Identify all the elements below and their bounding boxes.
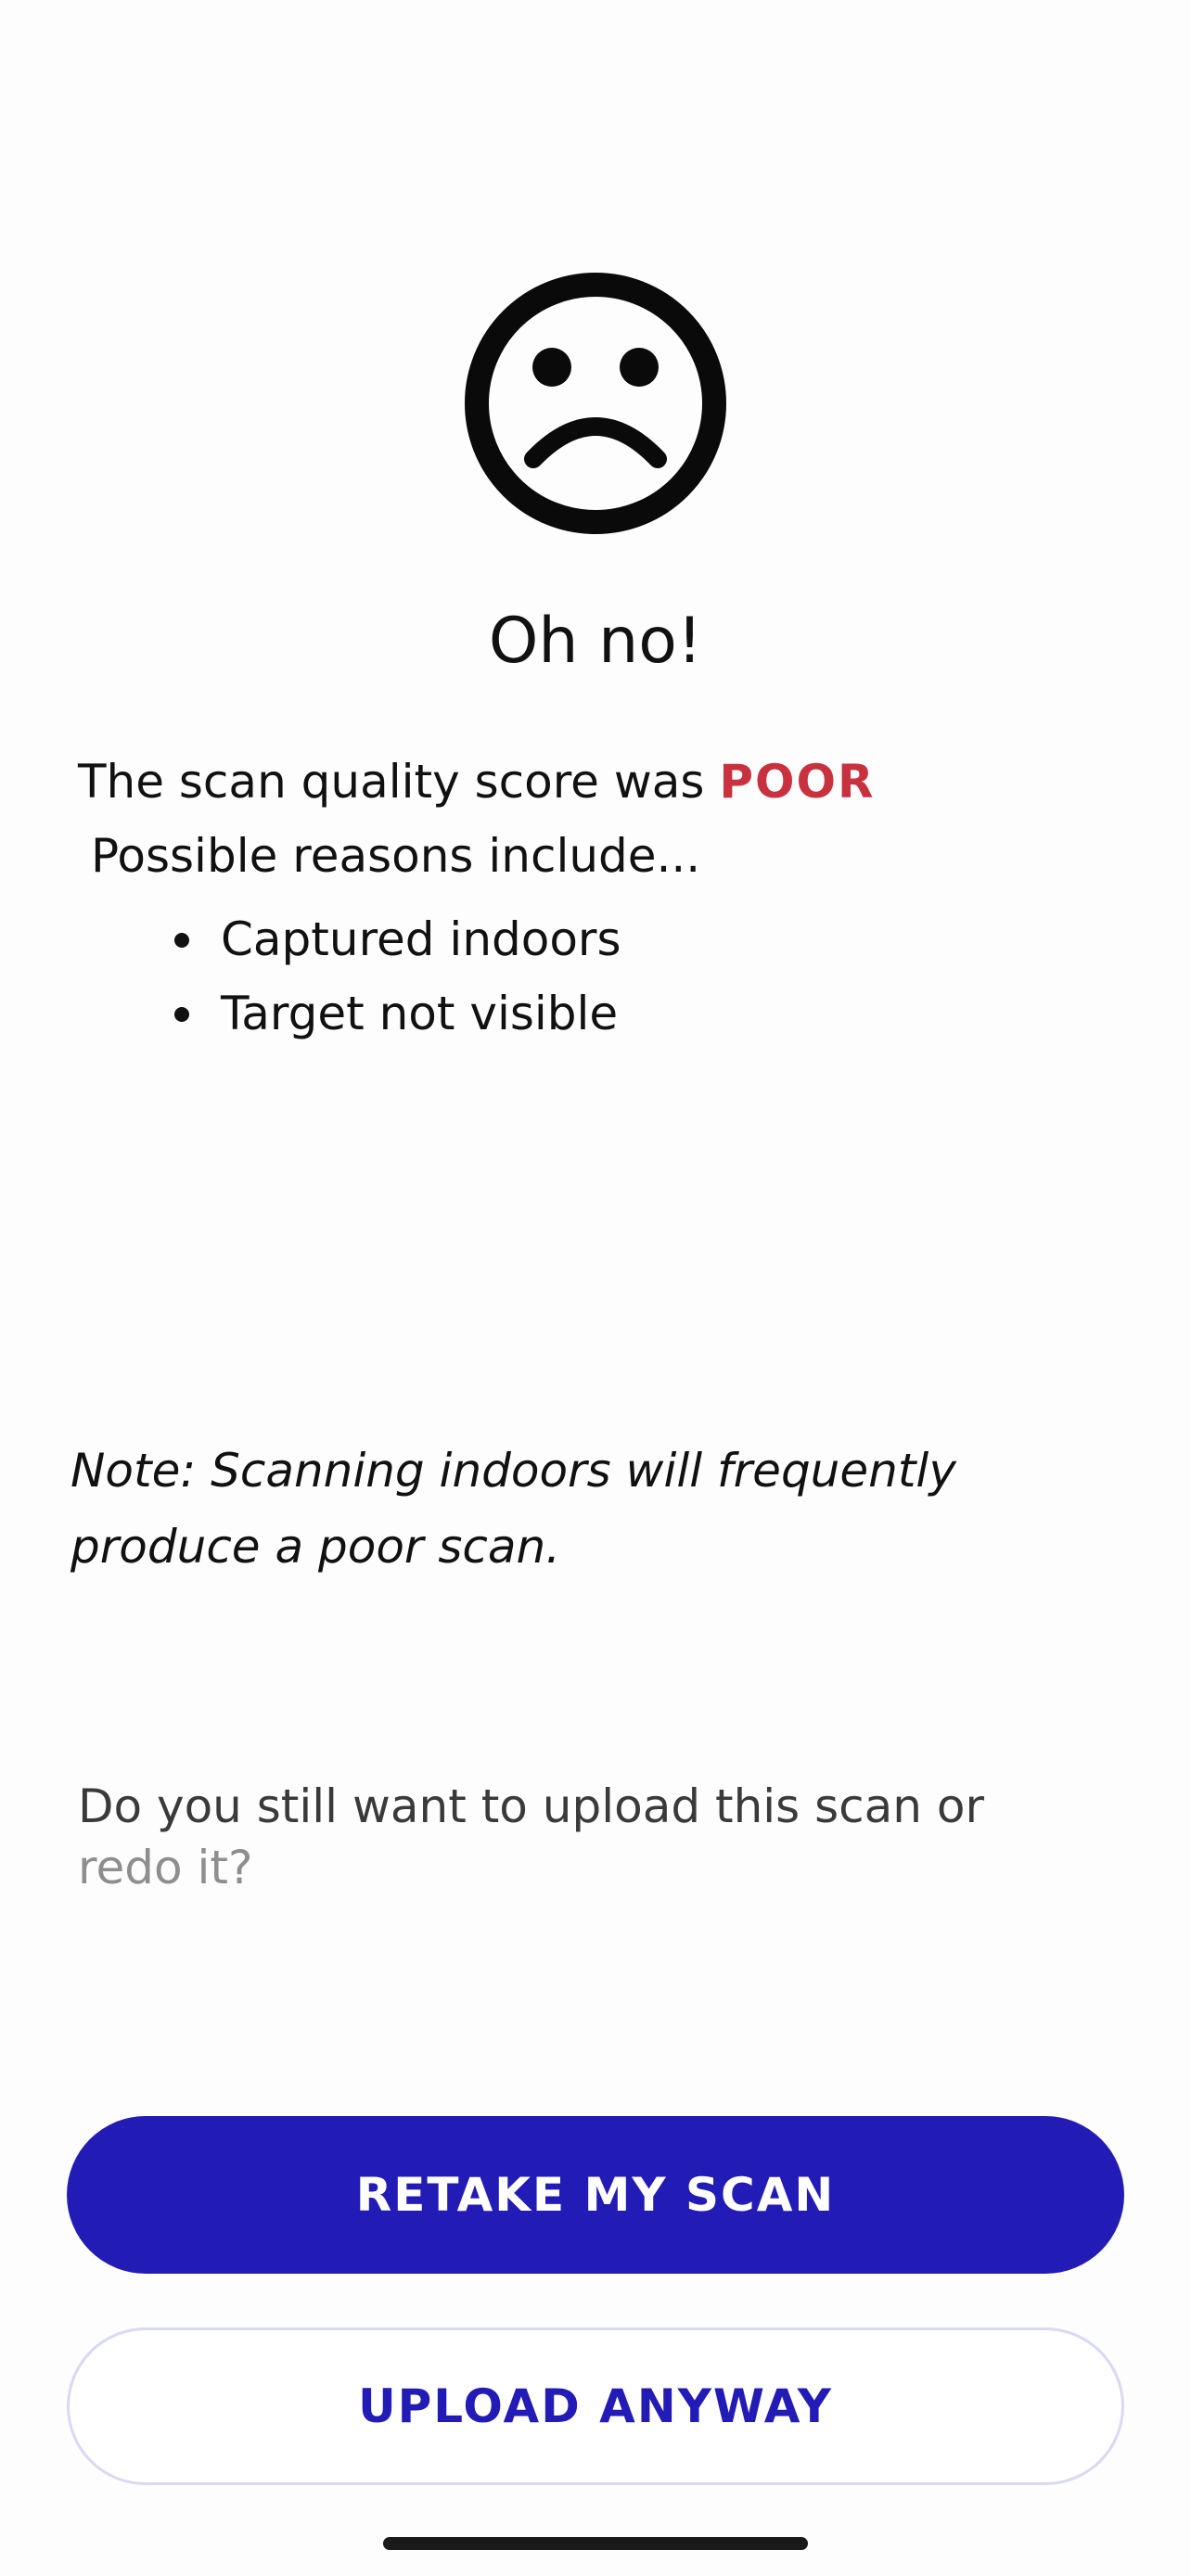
bullet-icon — [174, 1007, 189, 1022]
question-line-2: redo it? — [78, 1841, 253, 1894]
sad-face-icon — [465, 273, 726, 534]
note-text: Note: Scanning indoors will frequently p… — [70, 1433, 1091, 1585]
reason-label: Target not visible — [221, 987, 619, 1040]
score-value-badge: POOR — [719, 755, 876, 809]
upload-anyway-button[interactable]: UPLOAD ANYWAY — [67, 2327, 1124, 2485]
score-message: The scan quality score was POOR — [78, 749, 875, 814]
home-indicator[interactable] — [383, 2537, 808, 2550]
note-line-2: produce a poor scan. — [70, 1520, 561, 1574]
question-line-1: Do you still want to upload this scan or — [78, 1779, 985, 1833]
note-line-1: Note: Scanning indoors will frequently — [70, 1444, 956, 1498]
reasons-intro: Possible reasons include... — [91, 829, 701, 883]
score-prefix: The scan quality score was — [78, 755, 705, 809]
retake-scan-button[interactable]: RETAKE MY SCAN — [67, 2116, 1124, 2274]
confirmation-question: Do you still want to upload this scan or… — [78, 1776, 1117, 1898]
reason-label: Captured indoors — [221, 912, 621, 966]
page-title: Oh no! — [488, 605, 703, 678]
bullet-icon — [174, 933, 189, 948]
